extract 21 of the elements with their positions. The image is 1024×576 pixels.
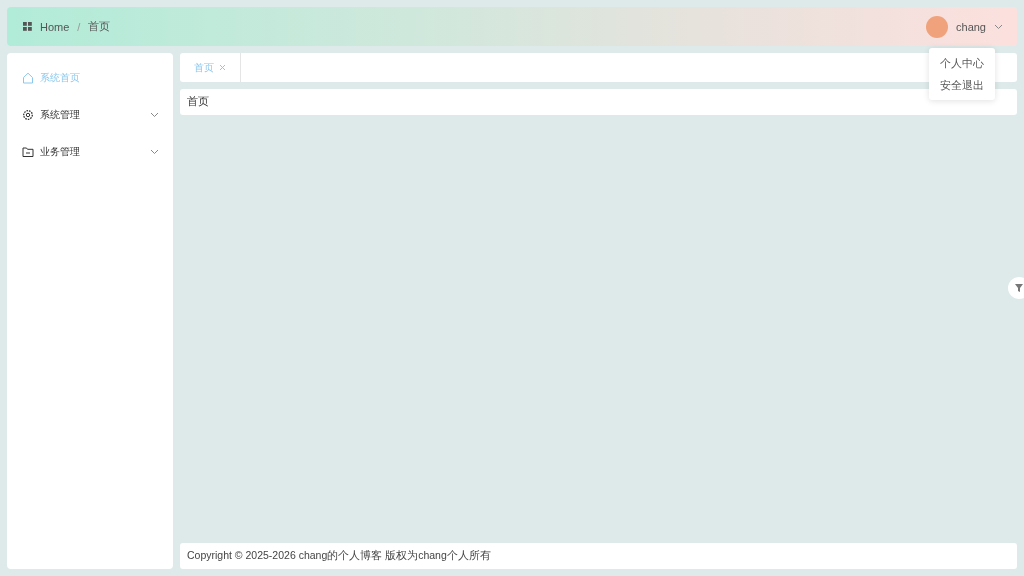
grid-icon: [23, 22, 32, 31]
avatar[interactable]: [926, 15, 948, 38]
sidebar-item[interactable]: 业务管理: [7, 133, 173, 170]
floating-button[interactable]: [1008, 277, 1024, 299]
menu-item[interactable]: 安全退出: [929, 74, 995, 96]
funnel-icon: [1015, 284, 1023, 292]
copyright-text: Copyright © 2025-2026 chang的个人博客 版权为chang个人所有: [187, 549, 491, 563]
home-icon: [22, 71, 34, 84]
page-title: 首页: [187, 95, 209, 109]
chevron-down-icon: [150, 111, 159, 118]
breadcrumb-current: 首页: [88, 19, 111, 34]
settings-icon: [22, 108, 34, 121]
chevron-down-icon: [994, 23, 1003, 30]
sidebar-item[interactable]: 系统管理: [7, 96, 173, 133]
close-icon[interactable]: [219, 64, 226, 71]
breadcrumb-link[interactable]: Home: [40, 20, 70, 33]
user-name[interactable]: chang: [956, 20, 986, 33]
breadcrumb-separator: /: [77, 20, 81, 33]
folder-icon: [22, 145, 34, 158]
chevron-down-icon: [150, 148, 159, 155]
menu-item[interactable]: 个人中心: [929, 52, 995, 74]
